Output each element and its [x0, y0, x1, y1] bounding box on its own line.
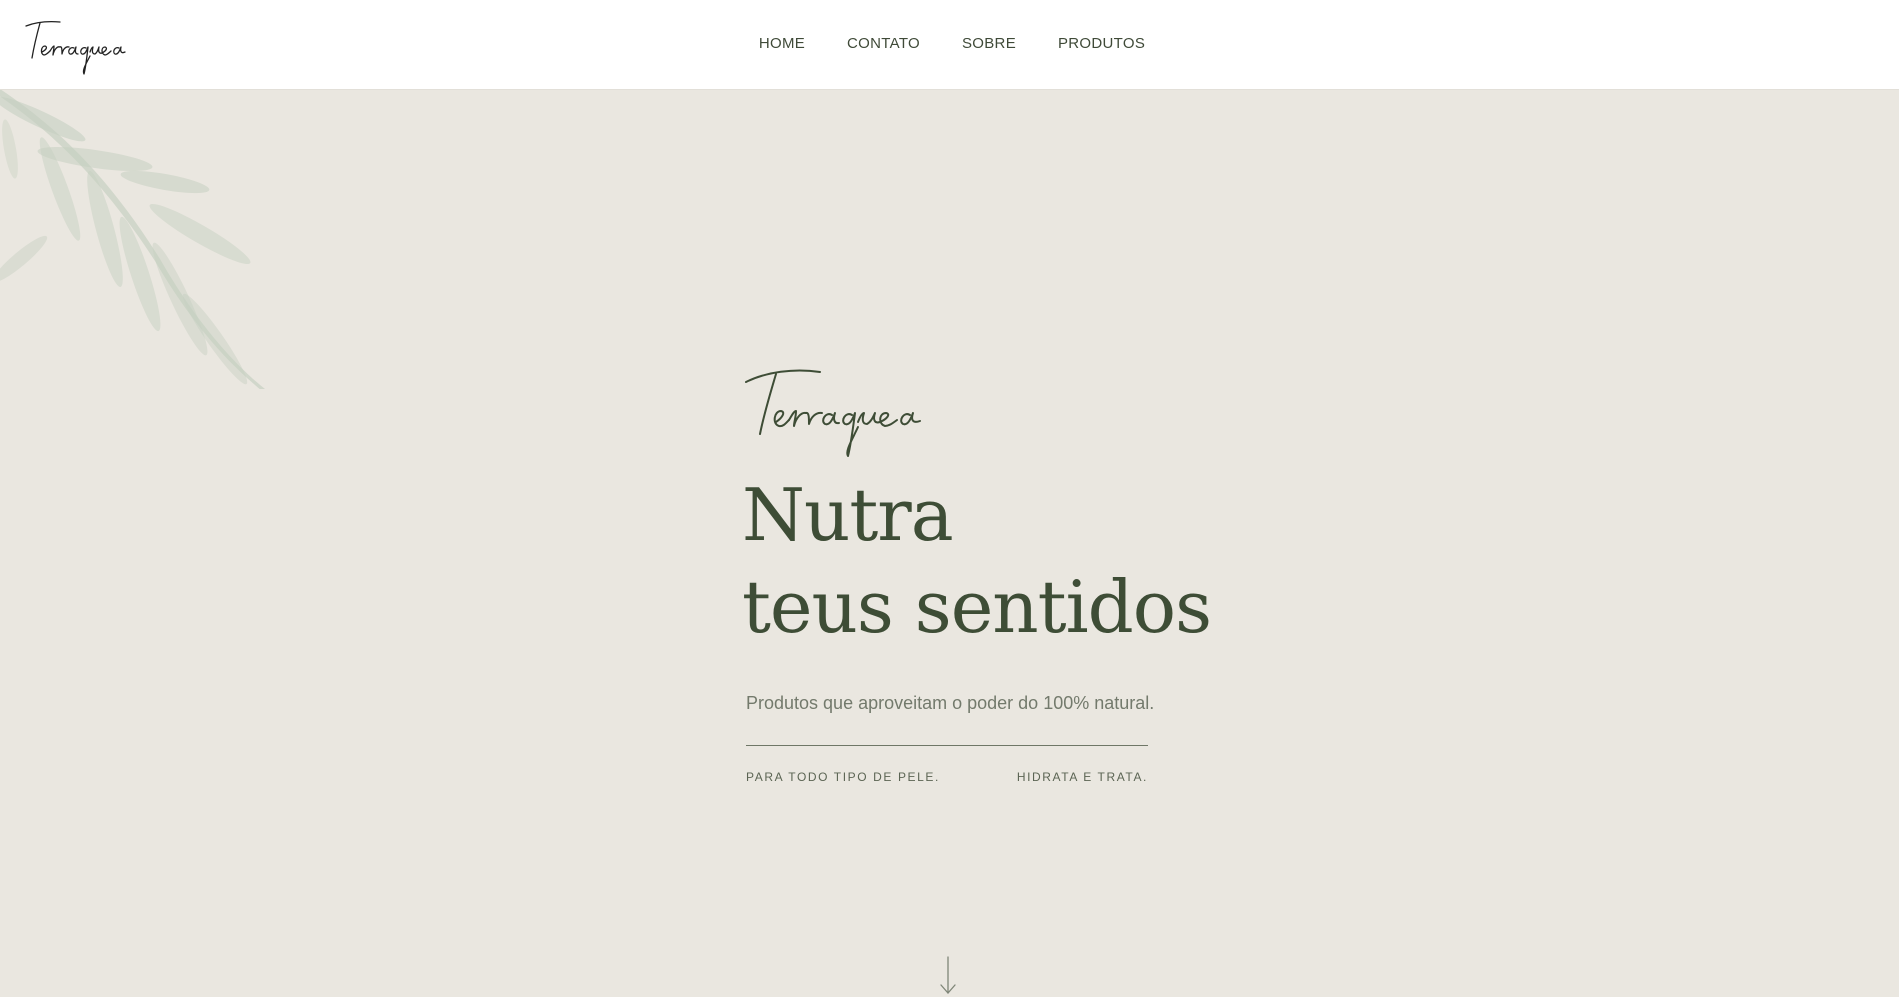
hero-divider	[746, 745, 1148, 746]
feature-hydrates: HIDRATA E TRATA.	[1016, 770, 1148, 784]
brand-logo-icon	[745, 369, 921, 457]
nav-item-produtos[interactable]: PRODUTOS	[1058, 35, 1145, 52]
site-header: HOME CONTATO SOBRE PRODUTOS	[0, 0, 1899, 90]
nav-item-sobre[interactable]: SOBRE	[962, 35, 1016, 52]
hero-features: PARA TODO TIPO DE PELE. HIDRATA E TRATA.	[746, 770, 1148, 784]
nav-item-home[interactable]: HOME	[759, 35, 805, 52]
headline-line-1: Nutra	[742, 473, 954, 557]
main-nav: HOME CONTATO SOBRE PRODUTOS	[0, 0, 1899, 89]
feature-skin-type: PARA TODO TIPO DE PELE.	[746, 770, 940, 784]
hero-headline: Nutra teus sentidos	[742, 469, 1212, 653]
hero-subtitle: Produtos que aproveitam o poder do 100% …	[746, 693, 1155, 713]
arrow-down-icon[interactable]	[939, 955, 957, 995]
nav-item-contato[interactable]: CONTATO	[847, 35, 920, 52]
page: HOME CONTATO SOBRE PRODUTOS Nutra teus s…	[0, 0, 1899, 997]
leaves-icon	[0, 89, 265, 389]
hero-section: Nutra teus sentidos Produtos que aprovei…	[742, 360, 1212, 784]
headline-line-2: teus sentidos	[742, 565, 1212, 649]
